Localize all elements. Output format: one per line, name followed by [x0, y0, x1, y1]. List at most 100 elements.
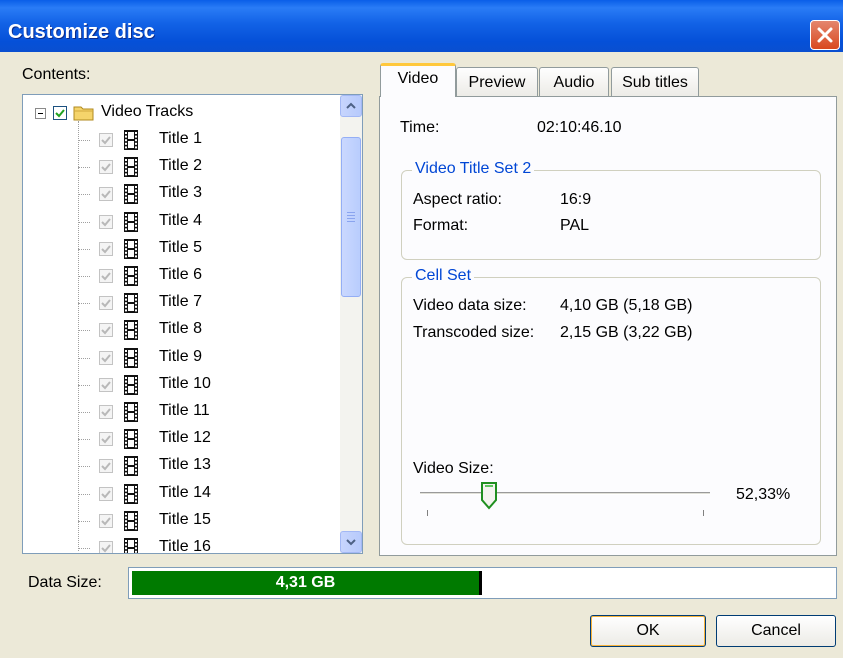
tree-item-label: Title 12 — [159, 429, 211, 447]
transcoded-size-value: 2,15 GB (3,22 GB) — [560, 324, 693, 341]
video-size-slider[interactable] — [420, 482, 710, 520]
tab-video[interactable]: Video — [380, 63, 456, 97]
item-checkbox[interactable] — [99, 241, 113, 256]
chevron-down-icon — [346, 539, 356, 546]
tree-item-label: Title 2 — [159, 157, 202, 175]
format-label: Format: — [413, 217, 469, 234]
video-title-set-group: Video Title Set 2 Aspect ratio: 16:9 For… — [401, 160, 821, 260]
tab-preview[interactable]: Preview — [456, 67, 538, 97]
ok-button[interactable]: OK — [590, 615, 706, 647]
film-icon — [124, 538, 138, 553]
tree-item[interactable]: Title 4 — [23, 208, 341, 235]
folder-icon — [73, 106, 94, 121]
tree-item[interactable]: Title 3 — [23, 180, 341, 207]
aspect-ratio-label: Aspect ratio: — [413, 191, 502, 208]
tree-connector — [78, 248, 90, 250]
tree-connector — [78, 194, 90, 196]
data-size-fill: 4,31 GB — [132, 571, 479, 595]
tree-item[interactable]: Title 11 — [23, 398, 341, 425]
data-size-bar: 4,31 GB — [128, 567, 837, 599]
item-checkbox[interactable] — [99, 296, 113, 311]
film-icon — [124, 157, 138, 178]
tree-connector — [78, 221, 90, 223]
tree-connector — [78, 412, 90, 413]
film-icon — [124, 456, 138, 477]
item-checkbox[interactable] — [99, 513, 113, 528]
tree-item[interactable]: Title 15 — [23, 507, 341, 534]
tree-item[interactable]: Title 1 — [23, 126, 341, 153]
tree-item[interactable]: Title 8 — [23, 316, 341, 343]
tree-item[interactable]: Title 5 — [23, 235, 341, 262]
item-checkbox[interactable] — [99, 160, 113, 175]
tree-item[interactable]: Title 2 — [23, 153, 341, 180]
tree-item-label: Title 9 — [159, 347, 202, 365]
tree-connector — [78, 466, 90, 468]
root-checkbox[interactable] — [53, 106, 67, 120]
tree-root-label: Video Tracks — [101, 103, 194, 120]
chevron-up-icon — [346, 102, 356, 109]
item-checkbox[interactable] — [99, 133, 113, 147]
tree-item[interactable]: Title 9 — [23, 344, 341, 371]
scroll-down-button[interactable] — [340, 531, 362, 553]
tree-item-label: Title 5 — [159, 238, 202, 256]
contents-tree[interactable]: Video Tracks Title 1 Title 2 Title 3 Title … — [22, 94, 363, 554]
item-checkbox[interactable] — [99, 377, 113, 392]
film-icon — [124, 238, 138, 259]
contents-label: Contents: — [22, 66, 91, 83]
tab-audio[interactable]: Audio — [539, 67, 609, 97]
tree-item[interactable]: Title 6 — [23, 262, 341, 289]
data-size-label: Data Size: — [28, 574, 102, 591]
tree-root[interactable]: Video Tracks — [23, 99, 341, 126]
item-checkbox[interactable] — [99, 350, 113, 365]
aspect-ratio-value: 16:9 — [560, 191, 592, 208]
item-checkbox[interactable] — [99, 405, 113, 419]
film-icon — [124, 320, 138, 341]
slider-thumb[interactable] — [480, 482, 498, 510]
slider-track — [420, 492, 710, 495]
tree-connector — [78, 140, 90, 141]
item-checkbox[interactable] — [99, 214, 113, 229]
close-button[interactable] — [810, 20, 840, 50]
item-checkbox[interactable] — [99, 187, 113, 202]
tab-subtitles[interactable]: Sub titles — [611, 67, 699, 97]
cancel-button[interactable]: Cancel — [716, 615, 836, 647]
item-checkbox[interactable] — [99, 459, 113, 474]
tree-item[interactable]: Title 14 — [23, 480, 341, 507]
item-checkbox[interactable] — [99, 486, 113, 501]
tree-item-label: Title 6 — [159, 266, 202, 283]
title-bar[interactable]: Customize disc — [0, 0, 843, 52]
tree-item[interactable]: Title 7 — [23, 289, 341, 316]
slider-tick-max — [703, 510, 704, 516]
scroll-thumb[interactable] — [341, 137, 361, 297]
data-size-marker — [479, 571, 482, 595]
film-icon — [124, 184, 138, 205]
tree-item-label: Title 7 — [159, 293, 202, 311]
tree-item[interactable]: Title 13 — [23, 452, 341, 479]
tree-item-label: Title 1 — [159, 130, 202, 147]
cell-set-group: Cell Set Video data size: 4,10 GB (5,18 … — [401, 267, 821, 545]
tree-item[interactable]: Title 12 — [23, 425, 341, 452]
tree-item-label: Title 8 — [159, 320, 202, 338]
film-icon — [124, 402, 138, 422]
tree-item-label: Title 14 — [159, 483, 211, 501]
item-checkbox[interactable] — [99, 432, 113, 447]
tree-item-label: Title 16 — [159, 538, 211, 554]
contents-scrollbar[interactable] — [340, 95, 362, 553]
tree-item[interactable]: Title 16 — [23, 534, 341, 554]
video-title-set-title: Video Title Set 2 — [412, 160, 535, 178]
item-checkbox[interactable] — [99, 541, 113, 553]
tree-item[interactable]: Title 10 — [23, 371, 341, 398]
close-icon — [817, 27, 833, 43]
item-checkbox[interactable] — [99, 269, 113, 283]
transcoded-size-label: Transcoded size: — [413, 324, 535, 341]
item-checkbox[interactable] — [99, 323, 113, 338]
collapse-icon[interactable] — [35, 108, 46, 119]
film-icon — [124, 130, 138, 150]
tree-connector — [78, 167, 90, 169]
tree-item-label: Title 10 — [159, 374, 211, 392]
time-value: 02:10:46.10 — [537, 119, 622, 136]
window-title: Customize disc — [8, 21, 155, 43]
film-icon — [124, 429, 138, 450]
tree-item-label: Title 3 — [159, 184, 202, 202]
scroll-up-button[interactable] — [340, 95, 362, 117]
